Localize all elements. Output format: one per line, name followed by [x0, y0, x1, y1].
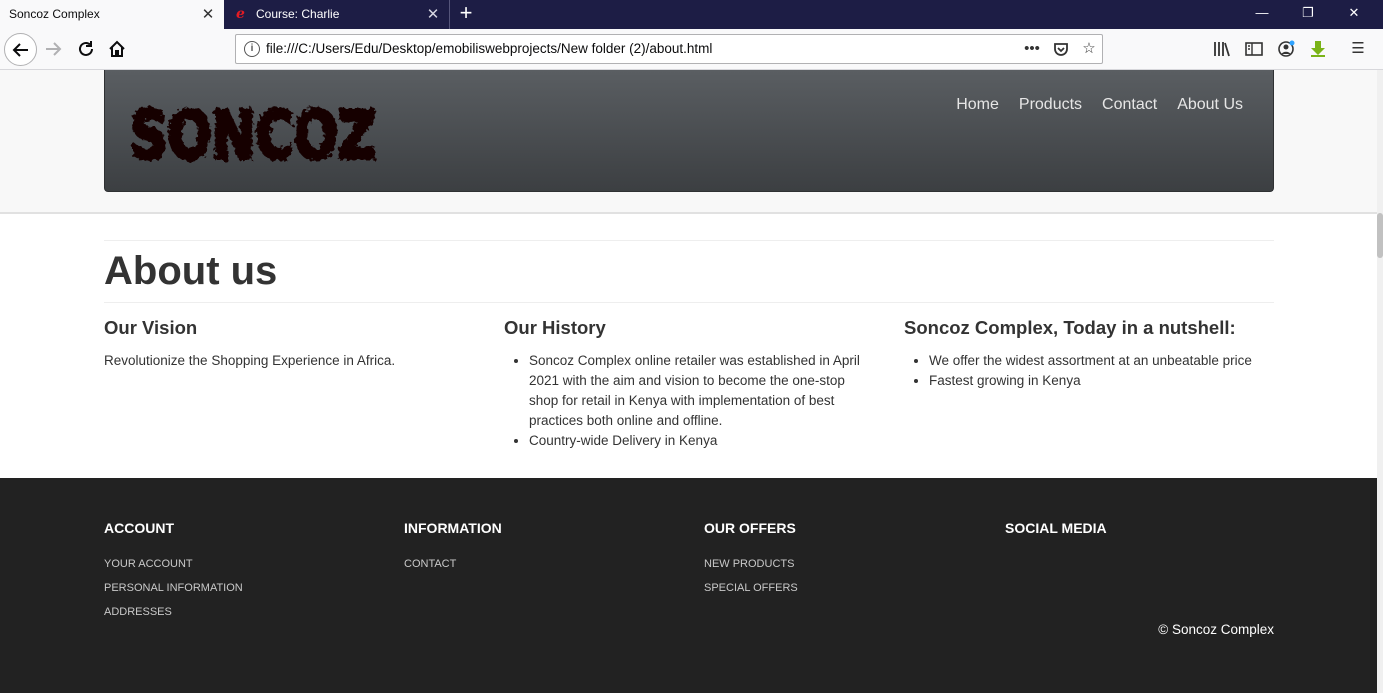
sidebar-icon[interactable]: [1240, 34, 1268, 64]
footer-social-column: SOCIAL MEDIA: [1005, 520, 1305, 536]
more-icon[interactable]: •••: [1020, 35, 1044, 63]
tab-bar: Soncoz Complex ✕ e Course: Charlie ✕ + —…: [0, 0, 1383, 29]
menu-icon[interactable]: ☰: [1344, 34, 1372, 64]
nav-home-link[interactable]: Home: [956, 96, 999, 114]
list-item: We offer the widest assortment at an unb…: [929, 351, 1274, 371]
reload-icon[interactable]: [71, 34, 101, 64]
address-bar[interactable]: i file:///C:/Users/Edu/Desktop/emobilisw…: [235, 34, 1103, 64]
main-nav: Home Products Contact About Us: [956, 96, 1243, 114]
vision-text: Revolutionize the Shopping Experience in…: [104, 353, 396, 368]
history-heading: Our History: [504, 317, 606, 338]
browser-toolbar: i file:///C:/Users/Edu/Desktop/emobilisw…: [0, 29, 1383, 70]
footer-heading: OUR OFFERS: [704, 520, 796, 536]
tab-course-charlie[interactable]: e Course: Charlie ✕: [224, 0, 450, 29]
footer-offers-column: OUR OFFERS NEW PRODUCTS SPECIAL OFFERS: [704, 520, 1004, 600]
window-close-button[interactable]: ✕: [1331, 0, 1377, 29]
header-band: SONCOZ Home Products Contact About Us: [0, 70, 1377, 214]
scrollbar-thumb[interactable]: [1377, 213, 1383, 258]
vision-section: Our Vision Revolutionize the Shopping Ex…: [104, 316, 474, 371]
restore-button[interactable]: ❐: [1285, 0, 1331, 29]
url-text[interactable]: file:///C:/Users/Edu/Desktop/emobilisweb…: [266, 35, 712, 63]
site-footer: ACCOUNT YOUR ACCOUNT PERSONAL INFORMATIO…: [0, 478, 1377, 693]
download-icon[interactable]: [1304, 34, 1332, 64]
tab-title: Course: Charlie: [256, 7, 340, 21]
nutshell-heading: Soncoz Complex, Today in a nutshell:: [904, 317, 1236, 338]
footer-link-addresses[interactable]: ADDRESSES: [104, 600, 404, 624]
footer-link-personal-information[interactable]: PERSONAL INFORMATION: [104, 576, 404, 600]
page-title: About us: [104, 249, 278, 293]
nav-products-link[interactable]: Products: [1019, 96, 1082, 114]
footer-heading: INFORMATION: [404, 520, 502, 536]
footer-link-special-offers[interactable]: SPECIAL OFFERS: [704, 576, 1004, 600]
tab-soncoz-complex[interactable]: Soncoz Complex ✕: [0, 0, 224, 29]
close-icon[interactable]: ✕: [425, 0, 441, 29]
divider: [104, 302, 1274, 303]
pocket-icon[interactable]: [1049, 35, 1073, 63]
footer-information-column: INFORMATION CONTACT: [404, 520, 704, 576]
bookmark-star-icon[interactable]: ☆: [1077, 35, 1101, 63]
account-icon[interactable]: [1272, 34, 1300, 64]
minimize-button[interactable]: —: [1239, 0, 1285, 29]
list-item: Country-wide Delivery in Kenya: [529, 431, 874, 451]
list-item: Soncoz Complex online retailer was estab…: [529, 351, 874, 431]
footer-heading: SOCIAL MEDIA: [1005, 520, 1107, 536]
copyright-text: © Soncoz Complex: [1158, 622, 1274, 637]
nutshell-section: Soncoz Complex, Today in a nutshell: We …: [904, 316, 1274, 391]
library-icon[interactable]: [1208, 34, 1236, 64]
site-navbar: SONCOZ Home Products Contact About Us: [104, 70, 1274, 192]
list-item: Fastest growing in Kenya: [929, 371, 1274, 391]
page-scrollbar[interactable]: [1377, 70, 1383, 693]
page-viewport: SONCOZ Home Products Contact About Us Ab…: [0, 70, 1383, 693]
site-logo[interactable]: SONCOZ: [125, 92, 381, 179]
site-favicon-icon: e: [236, 6, 245, 22]
footer-account-column: ACCOUNT YOUR ACCOUNT PERSONAL INFORMATIO…: [104, 520, 404, 624]
tab-title: Soncoz Complex: [9, 7, 100, 21]
forward-icon[interactable]: [38, 34, 68, 64]
vision-heading: Our Vision: [104, 317, 198, 338]
svg-text:SONCOZ: SONCOZ: [130, 97, 376, 174]
nav-contact-link[interactable]: Contact: [1102, 96, 1157, 114]
info-icon[interactable]: i: [244, 41, 260, 57]
footer-link-new-products[interactable]: NEW PRODUCTS: [704, 552, 1004, 576]
about-content: About us Our Vision Revolutionize the Sh…: [104, 240, 1274, 448]
footer-heading: ACCOUNT: [104, 520, 174, 536]
footer-link-contact[interactable]: CONTACT: [404, 552, 704, 576]
close-icon[interactable]: ✕: [200, 0, 216, 29]
new-tab-button[interactable]: +: [455, 0, 477, 29]
footer-link-your-account[interactable]: YOUR ACCOUNT: [104, 552, 404, 576]
back-icon[interactable]: [4, 33, 37, 66]
home-icon[interactable]: [102, 34, 132, 64]
nav-about-us-link[interactable]: About Us: [1177, 96, 1243, 114]
history-section: Our History Soncoz Complex online retail…: [504, 316, 874, 451]
